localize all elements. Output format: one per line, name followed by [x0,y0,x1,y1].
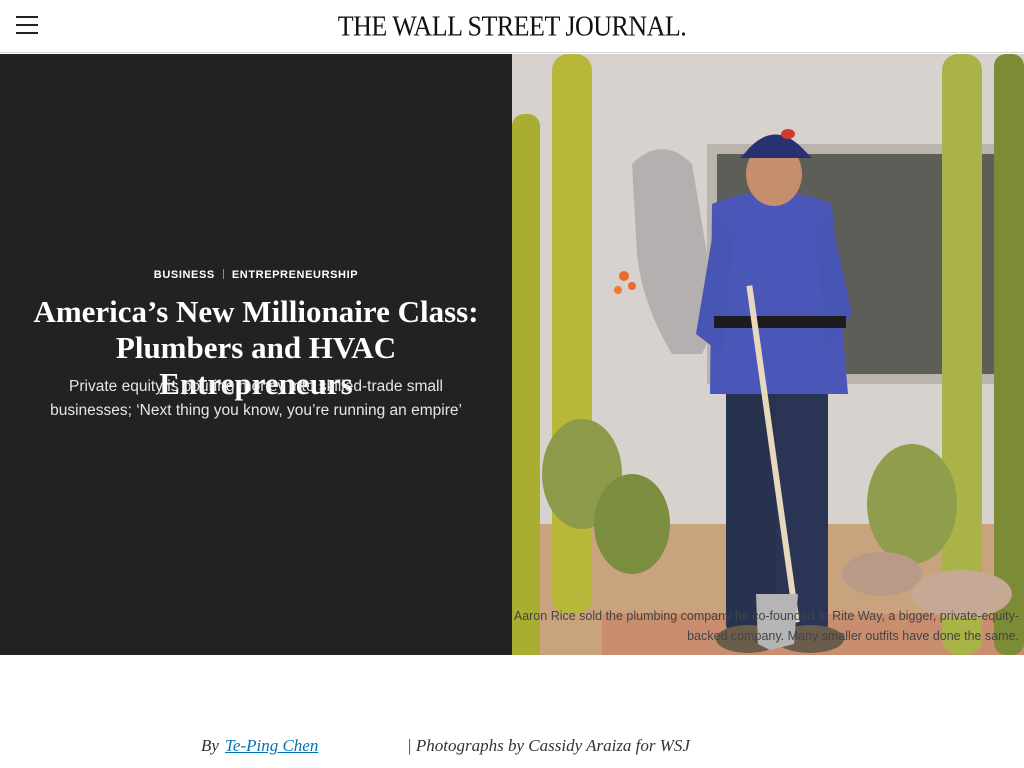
article-hero: BUSINESS ENTREPRENEURSHIP America’s New M… [0,54,1024,655]
orange-flower [614,286,622,294]
byline-prefix: By [201,736,219,755]
orange-flower [628,282,636,290]
hero-photo [512,54,1024,655]
tall-cactus-right [942,54,982,655]
cactus-edge-right [994,54,1024,655]
orange-flower [619,271,629,281]
cap-logo [781,129,795,139]
wsj-logo[interactable]: THE WALL STREET JOURNAL. [0,11,1024,43]
kicker-entrepreneurship-link[interactable]: ENTREPRENEURSHIP [232,269,358,281]
photo-caption: Aaron Rice sold the plumbing company he … [513,609,1019,643]
article-dek: Private equity is pouring money into ski… [50,378,462,419]
kicker-divider [222,269,224,279]
top-navigation-bar: THE WALL STREET JOURNAL. [0,0,1024,53]
kicker-business-link[interactable]: BUSINESS [154,269,215,281]
tall-cactus-left [552,54,592,614]
rock [842,552,922,596]
plumber-with-shovel-photo [512,54,1024,655]
section-kickers: BUSINESS ENTREPRENEURSHIP [0,269,512,281]
prickly-pear-pad [594,474,670,574]
cactus-edge-left [512,114,540,655]
author-link[interactable]: Te-Ping Chen [225,736,318,756]
prickly-pear-pad [867,444,957,564]
photo-credit: | Photographs by Cassidy Araiza for WSJ [407,736,690,755]
belt [714,316,846,328]
hero-text-panel: BUSINESS ENTREPRENEURSHIP America’s New M… [0,54,512,655]
